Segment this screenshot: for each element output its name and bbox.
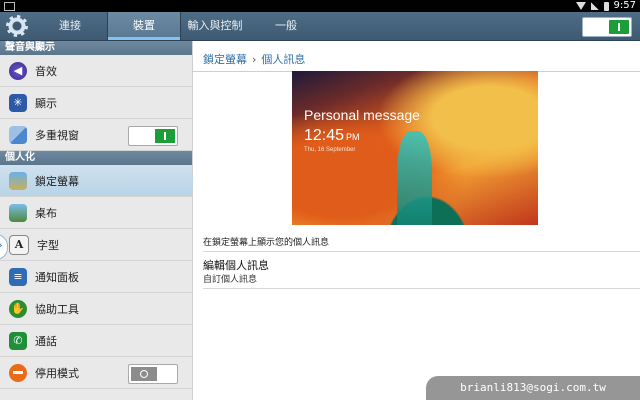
preview-date: Thu, 16 September [304, 147, 356, 153]
sidebar-item-label: 協助工具 [35, 302, 79, 316]
sidebar-item-label: 停用模式 [35, 366, 79, 380]
section-header-sound-display: 聲音與顯示 [0, 41, 192, 55]
sidebar-item-label: 顯示 [35, 96, 57, 110]
switch-knob [131, 367, 157, 381]
preview-personal-message: Personal message [304, 107, 420, 123]
blocking-mode-icon [9, 363, 27, 382]
edit-personal-message-row[interactable]: 編輯個人訊息 自訂個人訊息 [193, 253, 640, 289]
status-bar: 9:57 [0, 0, 640, 12]
sidebar-item-font[interactable]: A 字型 [0, 229, 192, 261]
switch-knob [609, 20, 629, 34]
sidebar-item-lock-screen[interactable]: 鎖定螢幕 [0, 165, 199, 197]
preview-time: 12:45 [304, 127, 345, 144]
status-time: 9:57 [613, 0, 636, 11]
edit-subtitle: 自訂個人訊息 [203, 275, 258, 285]
settings-sidebar: 聲音與顯示 ◀ 音效 ✳ 顯示 多重視窗 個人化 鎖定螢幕 桌布 A 字型 ≡ … [0, 41, 199, 400]
settings-action-bar: 連接 裝置 輸入與控制 一般 [0, 12, 640, 41]
sidebar-item-accessibility[interactable]: ✋ 協助工具 [0, 293, 192, 325]
breadcrumb: 鎖定螢幕 › 個人訊息 [203, 51, 305, 67]
multi-window-icon [9, 125, 27, 144]
signal-icon [590, 2, 599, 10]
preview-clock: 12:45 PM [304, 127, 360, 145]
notification-panel-icon: ≡ [9, 267, 27, 286]
breadcrumb-parent[interactable]: 鎖定螢幕 [203, 53, 247, 66]
preview-ampm: PM [346, 132, 360, 142]
divider [203, 251, 640, 252]
watermark: brianli813@sogi.com.tw [426, 376, 640, 400]
wifi-icon [575, 2, 586, 10]
speaker-icon: ◀ [9, 61, 27, 80]
sidebar-item-notification-panel[interactable]: ≡ 通知面板 [0, 261, 192, 293]
sidebar-item-call[interactable]: ✆ 通話 [0, 325, 192, 357]
accessibility-icon: ✋ [9, 299, 27, 318]
tab-device[interactable]: 裝置 [107, 12, 181, 40]
lock-screen-icon [9, 171, 27, 190]
tab-general[interactable]: 一般 [250, 12, 322, 40]
sidebar-item-display[interactable]: ✳ 顯示 [0, 87, 192, 119]
section-header-personalization: 個人化 [0, 151, 192, 165]
edit-title: 編輯個人訊息 [203, 259, 269, 272]
blocking-mode-switch[interactable] [128, 364, 178, 384]
setting-description: 在鎖定螢幕上顯示您的個人訊息 [203, 238, 330, 248]
tab-connections[interactable]: 連接 [34, 12, 106, 40]
tab-controls[interactable]: 輸入與控制 [180, 12, 250, 40]
sidebar-item-label: 通知面板 [35, 270, 79, 284]
sidebar-item-label: 桌布 [35, 206, 57, 220]
wallpaper-streak [397, 131, 432, 225]
status-icons: 9:57 [575, 0, 636, 12]
sidebar-item-wallpaper[interactable]: 桌布 [0, 197, 192, 229]
settings-gear-icon[interactable] [6, 15, 28, 37]
sidebar-item-label: 多重視窗 [35, 128, 79, 142]
divider [203, 288, 640, 289]
font-icon: A [9, 234, 29, 255]
lock-screen-preview: Personal message 12:45 PM Thu, 16 Septemb… [292, 71, 538, 225]
sidebar-item-label: 鎖定螢幕 [35, 174, 79, 188]
battery-icon [603, 1, 609, 11]
sidebar-item-label: 字型 [37, 238, 59, 252]
wallpaper-icon [9, 203, 27, 222]
multi-window-switch[interactable] [128, 126, 178, 146]
main-panel: 鎖定螢幕 › 個人訊息 Personal message 12:45 PM Thu, … [193, 41, 640, 400]
sidebar-item-blocking-mode[interactable]: 停用模式 [0, 357, 192, 389]
sidebar-item-label: 通話 [35, 334, 57, 348]
chevron-right-icon: › [252, 53, 257, 66]
breadcrumb-current: 個人訊息 [261, 53, 306, 66]
image-notification-icon [4, 2, 15, 11]
sidebar-item-label: 音效 [35, 64, 57, 78]
phone-icon: ✆ [9, 331, 27, 350]
brightness-icon: ✳ [9, 93, 27, 112]
master-switch[interactable] [582, 17, 632, 37]
sidebar-item-sound[interactable]: ◀ 音效 [0, 55, 192, 87]
sidebar-item-multi-window[interactable]: 多重視窗 [0, 119, 192, 151]
switch-knob [155, 129, 175, 143]
